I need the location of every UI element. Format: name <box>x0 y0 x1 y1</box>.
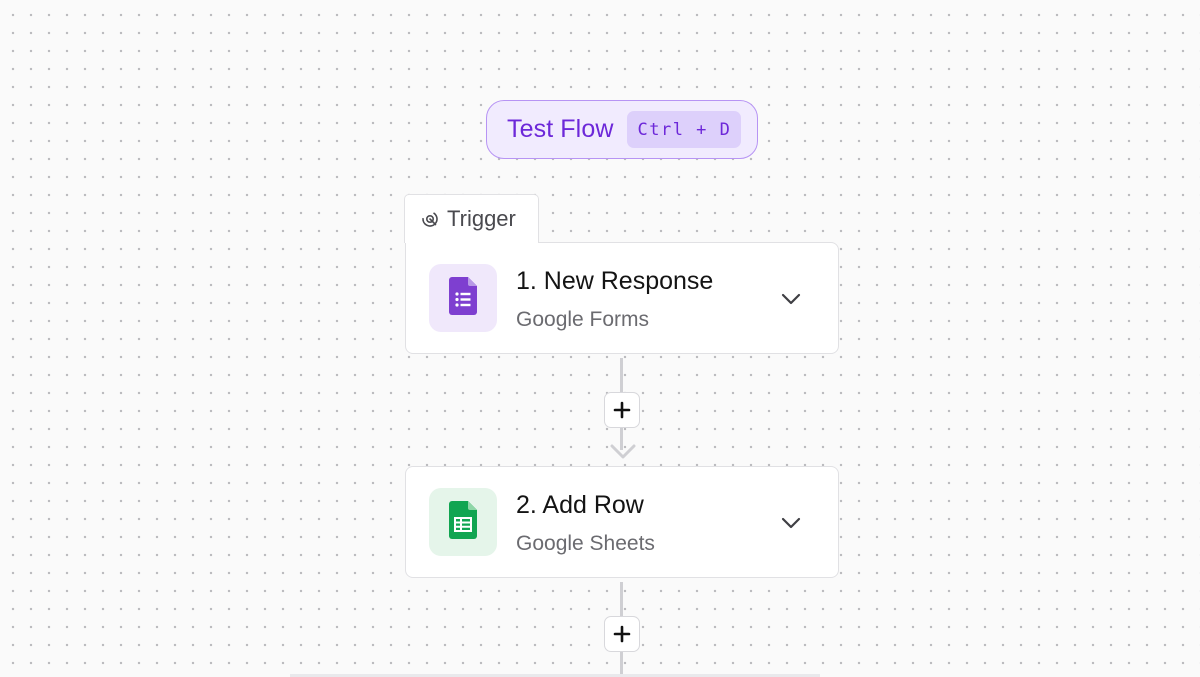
keyboard-shortcut-badge: Ctrl + D <box>627 111 742 148</box>
plus-icon <box>613 625 631 643</box>
step-app-name: Google Sheets <box>516 532 655 555</box>
add-step-button[interactable] <box>604 616 640 652</box>
app-tile <box>429 264 497 332</box>
chevron-down-icon[interactable] <box>780 288 802 310</box>
app-tile <box>429 488 497 556</box>
plus-icon <box>613 401 631 419</box>
step-app-name: Google Forms <box>516 308 650 331</box>
test-flow-button[interactable]: Test Flow Ctrl + D <box>486 100 758 159</box>
trigger-icon <box>421 210 439 228</box>
chevron-down-icon[interactable] <box>780 512 802 534</box>
test-flow-label: Test Flow <box>507 115 614 143</box>
arrow-down-icon <box>610 444 636 459</box>
step-title: 2. Add Row <box>516 491 644 519</box>
add-step-button[interactable] <box>604 392 640 428</box>
trigger-tab: Trigger <box>404 194 539 243</box>
step-title: 1. New Response <box>516 267 714 295</box>
google-forms-icon <box>449 276 477 320</box>
trigger-label: Trigger <box>447 206 516 231</box>
flow-canvas[interactable]: Test Flow Ctrl + D Trigger 1. New Respon… <box>0 0 1200 677</box>
google-sheets-icon <box>449 500 477 544</box>
step-card-new-response[interactable]: 1. New Response Google Forms <box>405 242 839 354</box>
step-card-add-row[interactable]: 2. Add Row Google Sheets <box>405 466 839 578</box>
